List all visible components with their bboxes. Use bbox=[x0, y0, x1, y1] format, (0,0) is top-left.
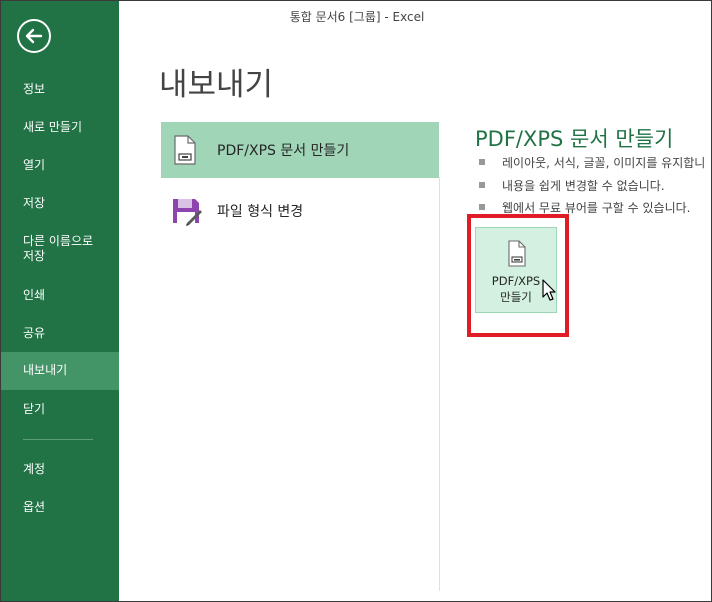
nav-item-account[interactable]: 계정 bbox=[1, 462, 119, 477]
option-change-file-type[interactable]: 파일 형식 변경 bbox=[161, 183, 439, 239]
bullet-square-icon bbox=[479, 158, 485, 165]
nav-item-share[interactable]: 공유 bbox=[1, 326, 119, 341]
nav-item-options[interactable]: 옵션 bbox=[1, 500, 119, 515]
excel-backstage-window: 통합 문서6 [그룹] - Excel 정보 새로 만들기 열기 저장 다른 이… bbox=[0, 0, 712, 602]
pdf-document-icon bbox=[506, 240, 528, 272]
option-label: PDF/XPS 문서 만들기 bbox=[217, 143, 350, 159]
nav-item-open[interactable]: 열기 bbox=[1, 158, 119, 173]
bullet-item: 레이아웃, 서식, 글꼴, 이미지를 유지합니 bbox=[479, 154, 705, 171]
option-label: 파일 형식 변경 bbox=[217, 204, 304, 220]
nav-item-save-as[interactable]: 다른 이름으로 저장 bbox=[1, 234, 119, 264]
nav-item-close[interactable]: 닫기 bbox=[1, 402, 119, 417]
save-disk-icon bbox=[171, 195, 202, 227]
back-button[interactable] bbox=[17, 19, 51, 53]
mouse-pointer-icon bbox=[542, 279, 556, 301]
bullet-square-icon bbox=[479, 181, 485, 188]
nav-item-export[interactable]: 내보내기 bbox=[1, 352, 119, 390]
back-arrow-icon bbox=[25, 28, 43, 44]
sidebar-divider bbox=[23, 439, 93, 440]
bullet-square-icon bbox=[479, 203, 485, 210]
nav-item-new[interactable]: 새로 만들기 bbox=[1, 120, 119, 135]
pdf-document-icon bbox=[171, 134, 199, 166]
panel-divider bbox=[439, 177, 440, 591]
backstage-sidebar: 정보 새로 만들기 열기 저장 다른 이름으로 저장 인쇄 공유 내보내기 닫기… bbox=[1, 1, 119, 601]
bullet-item: 내용을 쉽게 변경할 수 없습니다. bbox=[479, 177, 665, 194]
nav-item-info[interactable]: 정보 bbox=[1, 82, 119, 97]
nav-item-print[interactable]: 인쇄 bbox=[1, 288, 119, 303]
page-title: 내보내기 bbox=[159, 67, 274, 103]
nav-item-save[interactable]: 저장 bbox=[1, 196, 119, 211]
option-create-pdf-xps[interactable]: PDF/XPS 문서 만들기 bbox=[161, 122, 439, 178]
detail-title: PDF/XPS 문서 만들기 bbox=[475, 127, 674, 151]
